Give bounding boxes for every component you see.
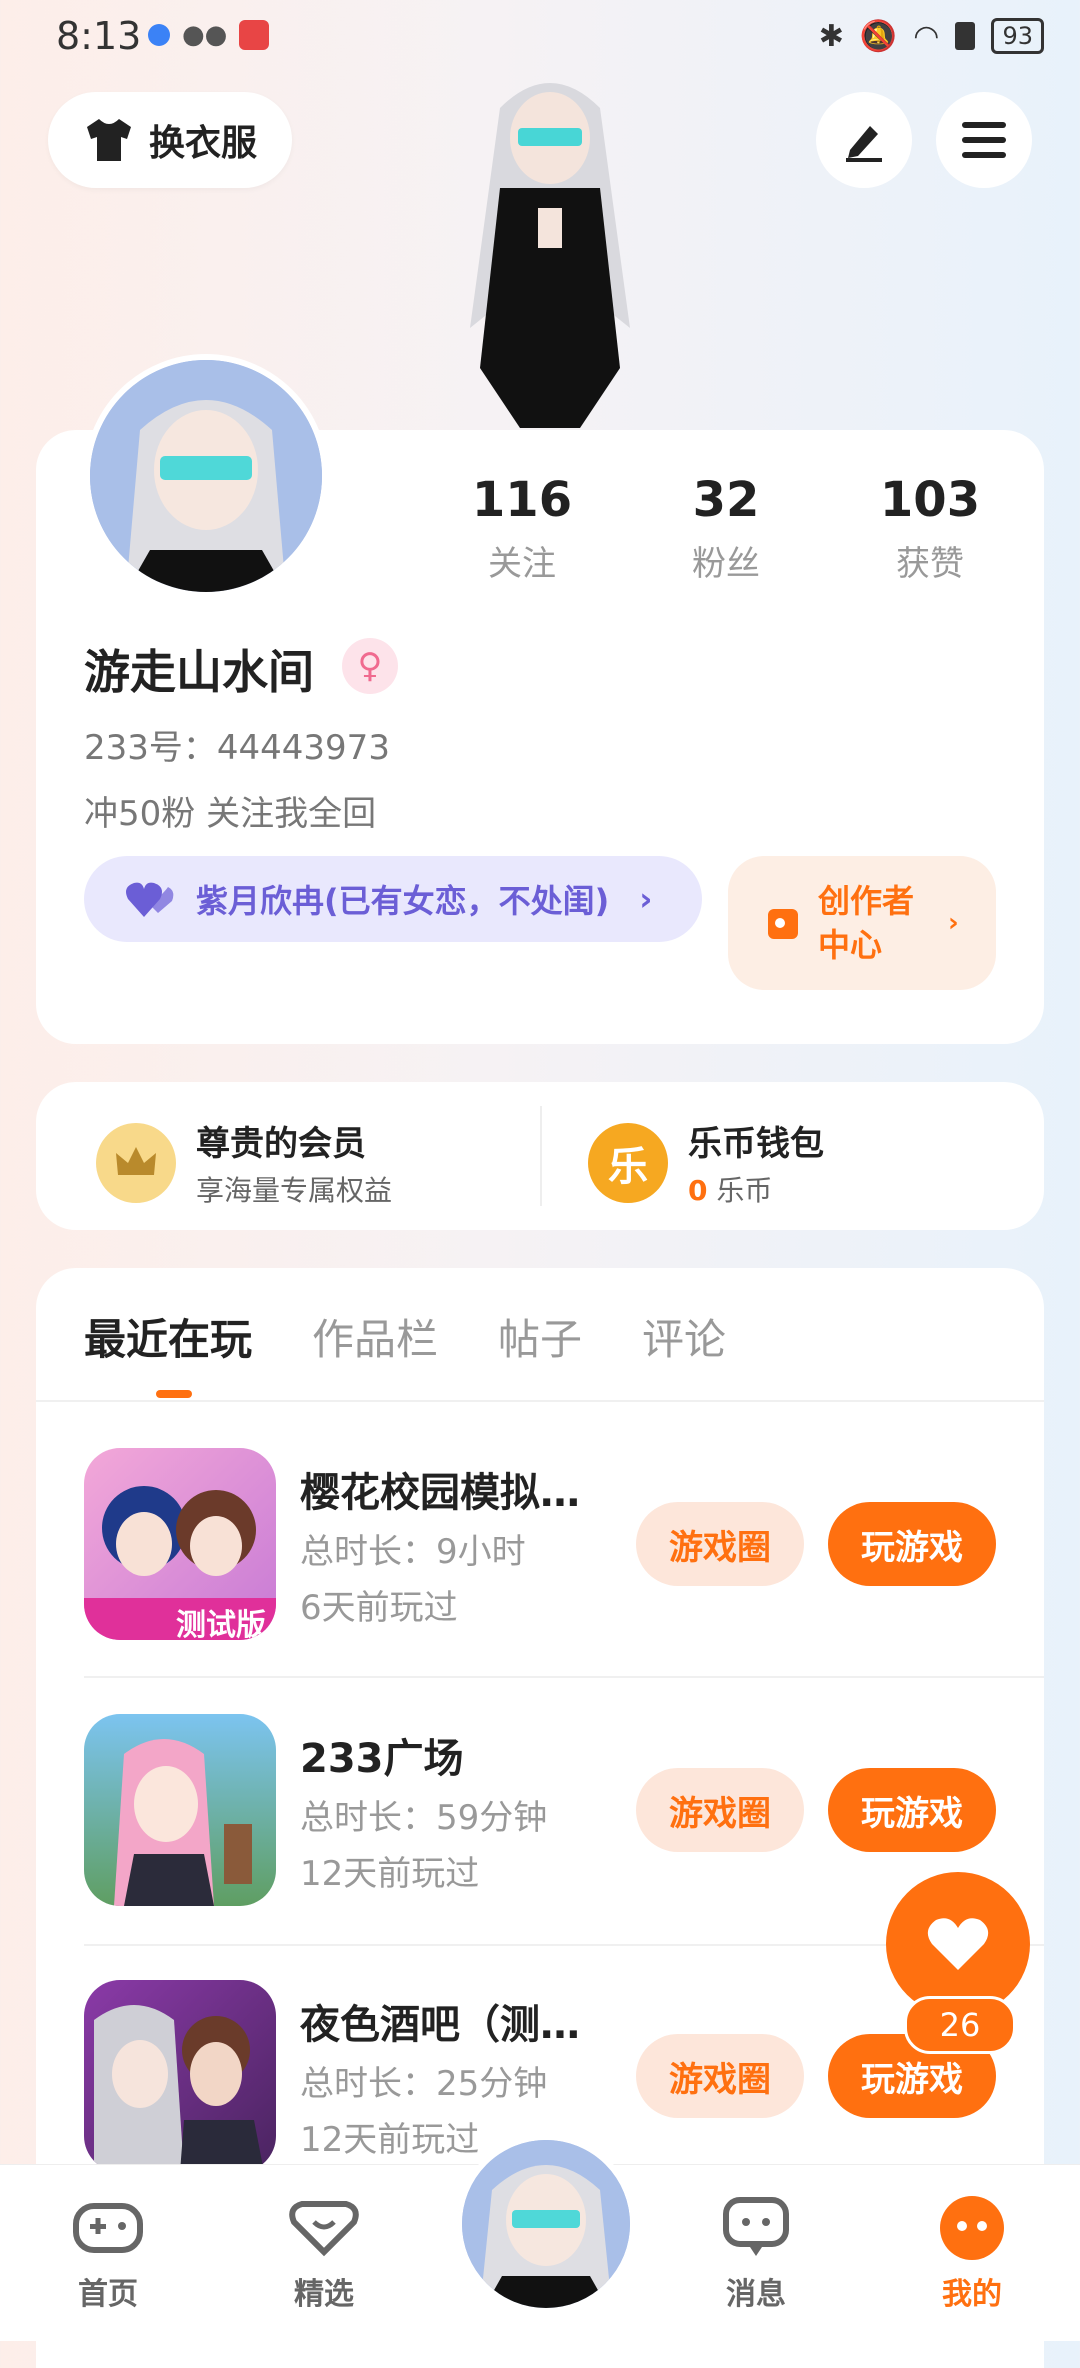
floating-like-button[interactable] bbox=[886, 1872, 1030, 2016]
family-relation-label: 紫月欣冉(已有女恋，不处闺) bbox=[196, 882, 610, 920]
heart-icon bbox=[927, 1918, 989, 1970]
game-title: 233广场 bbox=[300, 1736, 464, 1782]
avatar-character-model[interactable] bbox=[430, 68, 670, 428]
tab-recently-played[interactable]: 最近在玩 bbox=[84, 1306, 252, 1367]
chevron-right-icon: › bbox=[639, 880, 653, 918]
game-title: 樱花校园模拟… bbox=[300, 1470, 580, 1516]
sim-icon bbox=[955, 22, 976, 50]
game-meta: 总时长：9小时 6天前玩过 bbox=[300, 1524, 526, 1636]
pen-icon bbox=[846, 126, 882, 162]
game-duration: 总时长：25分钟 bbox=[300, 2064, 548, 2104]
game-circle-button[interactable]: 游戏圈 bbox=[636, 1502, 804, 1586]
profile-dots-icon bbox=[912, 2193, 1032, 2263]
status-system-icons: ✱ 🔕 ◠ 93 bbox=[819, 18, 1044, 54]
change-outfit-button[interactable]: 换衣服 bbox=[48, 92, 292, 188]
nav-home[interactable]: 首页 bbox=[48, 2193, 168, 2313]
wallet-unit: 乐币 bbox=[716, 1174, 773, 1207]
heart-box-icon bbox=[264, 2193, 384, 2263]
active-tab-indicator bbox=[156, 1390, 192, 1398]
following-stat[interactable]: 116 关注 bbox=[442, 472, 602, 585]
battery-level: 93 bbox=[991, 18, 1044, 54]
content-tabs: 最近在玩 作品栏 帖子 评论 bbox=[84, 1306, 726, 1367]
game-icon[interactable] bbox=[84, 1980, 276, 2172]
edit-profile-button[interactable] bbox=[816, 92, 912, 188]
chat-bubble-icon bbox=[696, 2193, 816, 2263]
followers-label: 粉丝 bbox=[692, 544, 760, 584]
mute-icon: 🔕 bbox=[859, 18, 898, 54]
nav-profile-label: 我的 bbox=[942, 2277, 1002, 2312]
divider bbox=[84, 1676, 1044, 1678]
tab-comments[interactable]: 评论 bbox=[642, 1306, 726, 1367]
wechat-icon: ●● bbox=[182, 20, 228, 50]
test-version-badge: 测试版 bbox=[176, 1608, 266, 1640]
tab-works[interactable]: 作品栏 bbox=[312, 1306, 438, 1367]
game-last-played: 12天前玩过 bbox=[300, 1854, 480, 1894]
following-label: 关注 bbox=[488, 544, 556, 584]
list-item[interactable]: 233广场 总时长：59分钟 12天前玩过 游戏圈 玩游戏 bbox=[84, 1714, 1044, 1914]
gamepad-icon bbox=[48, 2193, 168, 2263]
likes-stat[interactable]: 103 获赞 bbox=[850, 472, 1010, 585]
creator-icon bbox=[768, 909, 798, 939]
chevron-right-icon: › bbox=[948, 908, 959, 938]
game-icon[interactable]: 测试版 bbox=[84, 1448, 276, 1640]
crown-icon bbox=[96, 1122, 176, 1203]
likes-label: 获赞 bbox=[896, 544, 964, 584]
list-item[interactable]: 测试版 樱花校园模拟… 总时长：9小时 6天前玩过 游戏圈 玩游戏 bbox=[84, 1448, 1044, 1648]
double-heart-icon bbox=[126, 882, 174, 917]
likes-count: 103 bbox=[879, 472, 981, 528]
nav-home-label: 首页 bbox=[78, 2277, 138, 2312]
hamburger-icon bbox=[962, 122, 1006, 158]
menu-button[interactable] bbox=[936, 92, 1032, 188]
bio: 冲50粉 关注我全回 bbox=[84, 794, 377, 834]
game-duration: 总时长：59分钟 bbox=[300, 1798, 548, 1838]
membership-title: 尊贵的会员 bbox=[196, 1124, 366, 1164]
game-title: 夜色酒吧（测… bbox=[300, 2002, 580, 2048]
coin-icon: 乐 bbox=[588, 1122, 668, 1203]
creator-label-line2: 中心 bbox=[818, 926, 883, 964]
nav-featured-label: 精选 bbox=[294, 2277, 354, 2312]
app-icon-red bbox=[239, 20, 270, 50]
app-notification-icon bbox=[148, 24, 170, 46]
wallet-amount: 0 bbox=[688, 1174, 708, 1207]
game-icon[interactable] bbox=[84, 1714, 276, 1906]
bluetooth-icon: ✱ bbox=[818, 18, 844, 54]
play-game-button[interactable]: 玩游戏 bbox=[828, 1502, 996, 1586]
divider bbox=[540, 1106, 542, 1206]
membership-subtitle: 享海量专属权益 bbox=[196, 1174, 393, 1207]
nickname: 游走山水间 bbox=[84, 645, 314, 699]
following-count: 116 bbox=[471, 472, 573, 528]
followers-stat[interactable]: 32 粉丝 bbox=[646, 472, 806, 585]
game-last-played: 6天前玩过 bbox=[300, 1588, 458, 1628]
wallet-balance: 0 乐币 bbox=[688, 1169, 824, 1209]
nav-profile[interactable]: 我的 bbox=[912, 2193, 1032, 2313]
user-id[interactable]: 233号：44443973 bbox=[84, 720, 390, 769]
like-count-badge: 26 bbox=[904, 1996, 1016, 2054]
status-time: 8:13 bbox=[56, 14, 142, 58]
shirt-icon bbox=[86, 119, 131, 161]
nav-featured[interactable]: 精选 bbox=[264, 2193, 384, 2313]
nav-messages[interactable]: 消息 bbox=[696, 2193, 816, 2313]
status-notification-icons: ●● bbox=[148, 20, 270, 50]
nav-avatar-button[interactable] bbox=[456, 2134, 636, 2314]
nav-messages-label: 消息 bbox=[726, 2277, 786, 2312]
play-game-button[interactable]: 玩游戏 bbox=[828, 1768, 996, 1852]
divider bbox=[36, 1400, 1044, 1402]
change-outfit-label: 换衣服 bbox=[148, 123, 257, 164]
game-duration: 总时长：9小时 bbox=[300, 1532, 526, 1572]
game-meta: 总时长：59分钟 12天前玩过 bbox=[300, 1790, 547, 1902]
family-relation-button[interactable]: 紫月欣冉(已有女恋，不处闺) › bbox=[84, 856, 702, 942]
game-circle-button[interactable]: 游戏圈 bbox=[636, 1768, 804, 1852]
game-circle-button[interactable]: 游戏圈 bbox=[636, 2034, 804, 2118]
followers-count: 32 bbox=[692, 472, 760, 528]
wallet-title: 乐币钱包 bbox=[688, 1124, 824, 1164]
wifi-icon: ◠ bbox=[913, 18, 940, 54]
creator-label-line1: 创作者 bbox=[818, 882, 915, 920]
creator-center-button[interactable]: 创作者 中心 › bbox=[728, 856, 996, 990]
avatar[interactable] bbox=[84, 354, 328, 598]
female-icon: ♀ bbox=[342, 638, 398, 694]
membership-entry[interactable]: 尊贵的会员 享海量专属权益 bbox=[96, 1116, 392, 1209]
wallet-entry[interactable]: 乐 乐币钱包 0 乐币 bbox=[588, 1116, 824, 1209]
tab-posts[interactable]: 帖子 bbox=[498, 1306, 582, 1367]
